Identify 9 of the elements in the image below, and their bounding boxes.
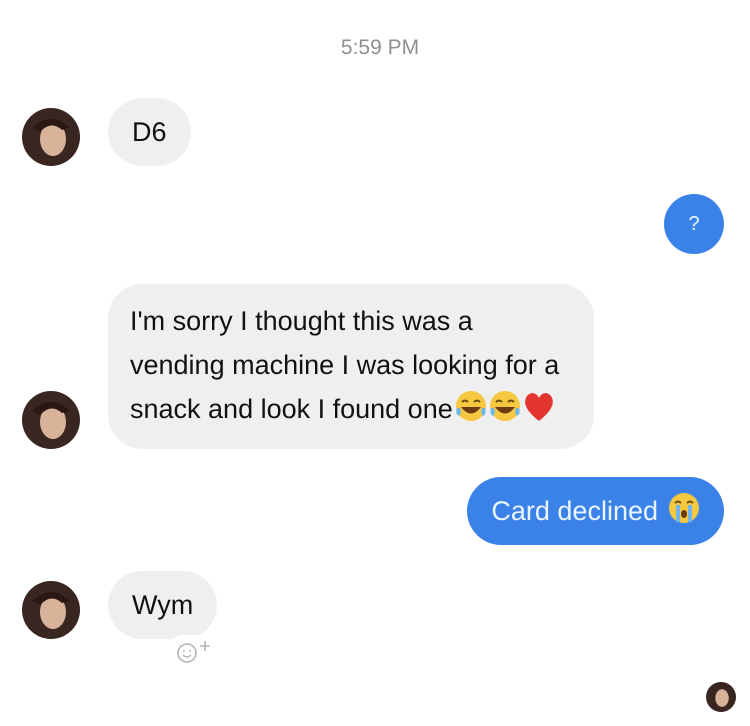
message-bubble: D6 (108, 98, 191, 166)
message-bubble: ? (664, 194, 724, 254)
timestamp: 5:59 PM (340, 36, 420, 60)
message-bubble: I'm sorry I thought this was a vending machine I was looking for a snack and look I found one (108, 284, 594, 449)
avatar (22, 581, 80, 639)
avatar (22, 391, 80, 449)
crying-emoji-icon (666, 490, 702, 526)
avatar (22, 108, 80, 166)
message-bubble: Card declined (467, 477, 724, 545)
